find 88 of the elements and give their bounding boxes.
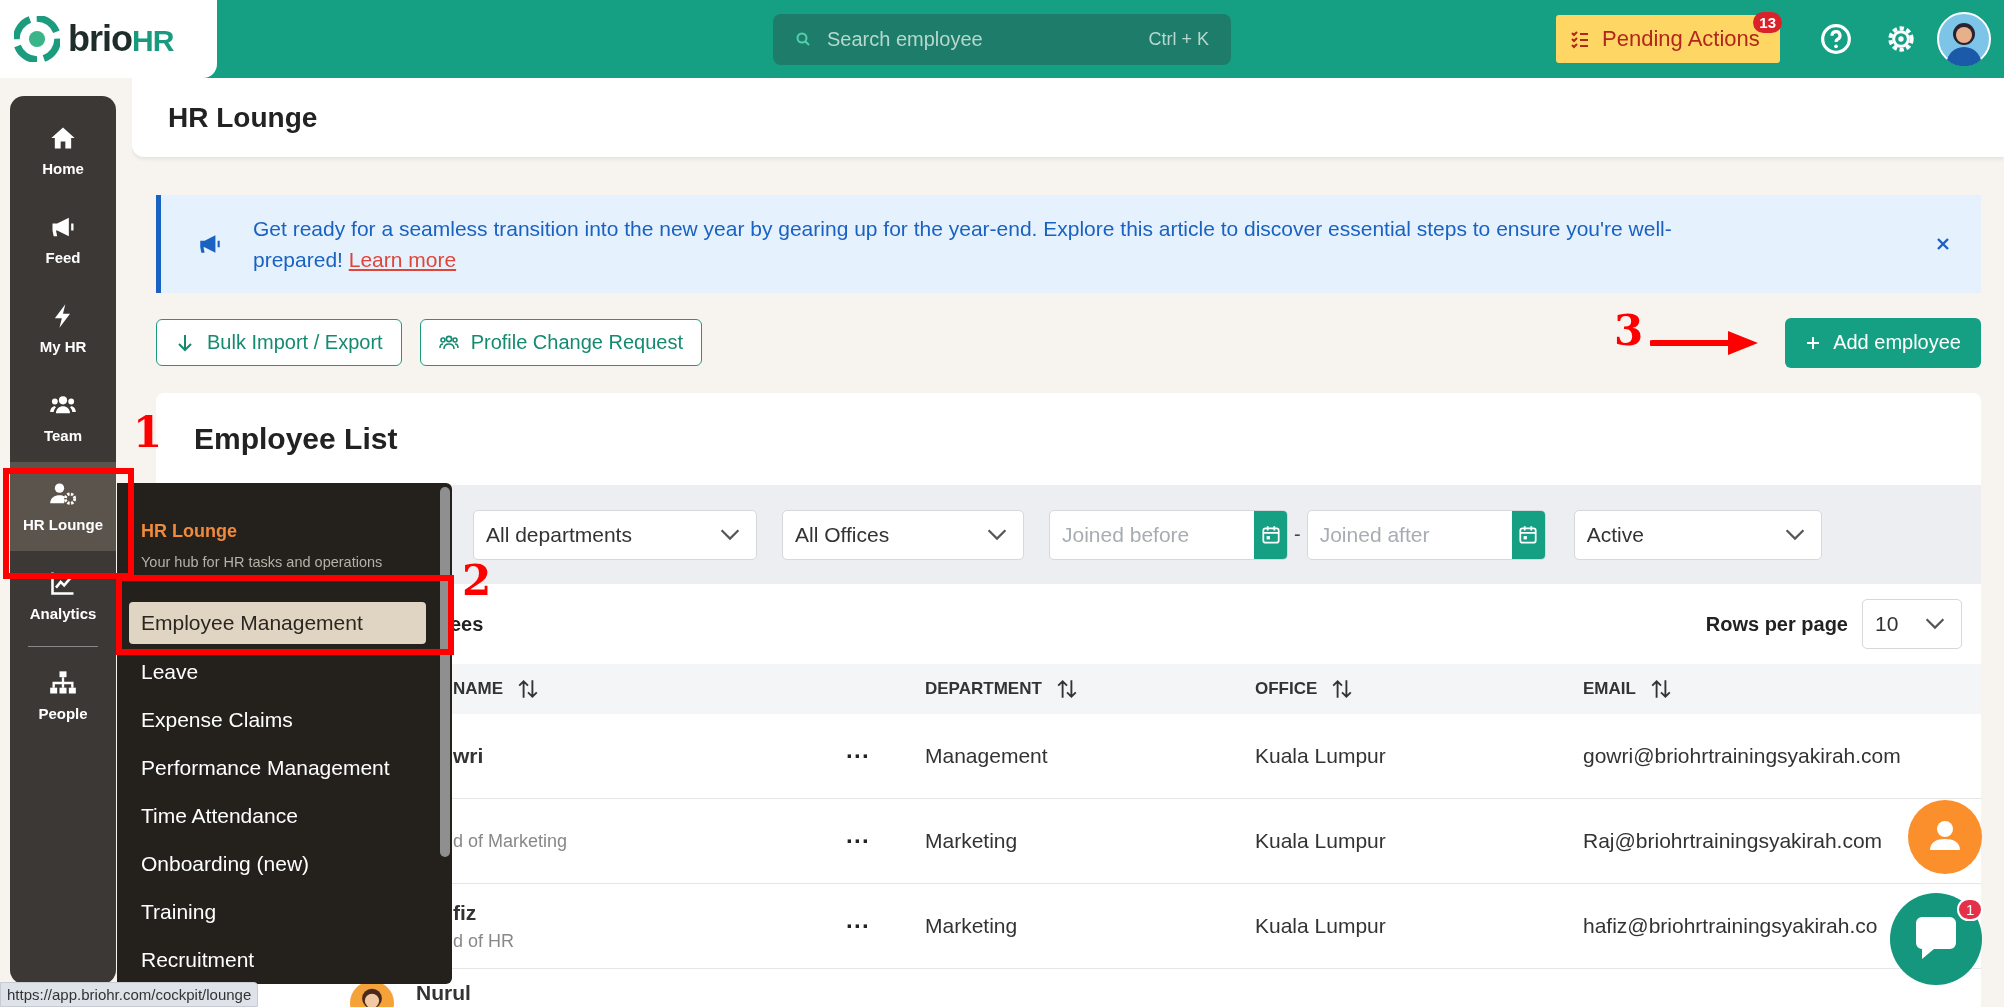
- sidebar-item[interactable]: Home: [10, 106, 116, 195]
- calendar-button[interactable]: [1511, 510, 1545, 559]
- more-options-button[interactable]: ···: [846, 742, 870, 770]
- calendar-icon: [1259, 523, 1282, 546]
- sidebar-item[interactable]: My HR: [10, 284, 116, 373]
- step-number: 2: [462, 560, 492, 602]
- chevron-down-icon: [987, 528, 1007, 541]
- submenu-subtitle: Your hub for HR tasks and operations: [141, 554, 384, 570]
- download-icon: [175, 332, 195, 353]
- user-avatar[interactable]: [1937, 12, 1991, 66]
- help-icon[interactable]: [1820, 23, 1852, 55]
- logo-text: brioHR: [68, 18, 174, 60]
- table-cell: hafiz@briohrtrainingsyakirah.co: [1583, 914, 1878, 938]
- step-number: 1: [133, 412, 163, 454]
- date-field[interactable]: Joined before: [1049, 509, 1288, 560]
- table-cell: Kuala Lumpur: [1255, 829, 1386, 853]
- date-input[interactable]: Joined after: [1307, 510, 1512, 559]
- close-icon[interactable]: [1935, 236, 1951, 252]
- range-separator: -: [1294, 523, 1301, 546]
- logo[interactable]: brioHR: [0, 0, 217, 78]
- dropdown[interactable]: All Offices: [782, 509, 1024, 560]
- table-cell: Raj@briohrtrainingsyakirah.com: [1583, 829, 1883, 853]
- sidebar-item[interactable]: Feed: [10, 195, 116, 284]
- plus-icon: [1805, 334, 1822, 351]
- submenu-item[interactable]: Expense Claims: [129, 706, 426, 734]
- date-field[interactable]: Joined after: [1306, 509, 1546, 560]
- link-preview: https://app.briohr.com/cockpit/lounge: [0, 982, 259, 1007]
- job-title: d of HR: [453, 930, 515, 952]
- dropdown[interactable]: All departments: [473, 509, 757, 560]
- submenu-item[interactable]: Time Attendance: [129, 802, 426, 830]
- sidebar-item[interactable]: People: [10, 651, 116, 740]
- submenu-item[interactable]: Employee Management: [129, 602, 426, 644]
- scrollbar[interactable]: [440, 487, 450, 857]
- chevron-down-icon: [1925, 618, 1945, 630]
- date-input[interactable]: Joined before: [1050, 510, 1254, 559]
- chevron-down-icon: [1784, 528, 1805, 541]
- chat-button[interactable]: [1890, 893, 1982, 985]
- column-header[interactable]: EMAIL: [1583, 679, 1636, 699]
- sidebar-item[interactable]: Analytics: [10, 551, 116, 640]
- submenu-item[interactable]: Recruitment: [129, 946, 426, 974]
- submenu-item[interactable]: Leave: [129, 658, 426, 686]
- outline-button[interactable]: Profile Change Request: [419, 319, 702, 366]
- search-field[interactable]: Search employee: [825, 26, 1135, 52]
- table-cell: Kuala Lumpur: [1255, 914, 1386, 938]
- calendar-icon: [1517, 523, 1540, 546]
- sort-icon[interactable]: [1649, 678, 1672, 700]
- employee-name[interactable]: wri: [453, 744, 484, 768]
- checklist-icon: [1570, 29, 1590, 49]
- page-title: HR Lounge: [168, 101, 318, 134]
- job-title: d of Marketing: [453, 830, 568, 852]
- card-title: Employee List: [193, 421, 399, 457]
- step-number: 3: [1614, 310, 1644, 352]
- table-cell: Marketing: [925, 914, 1018, 938]
- submenu-item[interactable]: Training: [129, 898, 426, 926]
- employee-name[interactable]: fiz: [453, 900, 515, 925]
- table-cell: Marketing: [925, 829, 1018, 853]
- table-cell: gowri@briohrtrainingsyakirah.com: [1583, 744, 1901, 768]
- sort-icon[interactable]: [517, 678, 540, 700]
- column-header[interactable]: DEPARTMENT: [925, 679, 1042, 699]
- sidebar-item[interactable]: Team: [10, 373, 116, 462]
- submenu-title: HR Lounge: [141, 521, 238, 542]
- more-options-button[interactable]: ···: [846, 827, 870, 855]
- rows-per-page-dropdown[interactable]: 10: [1862, 599, 1962, 649]
- count-badge: 13: [1753, 12, 1782, 33]
- settings-icon[interactable]: [1885, 23, 1917, 55]
- profile-button[interactable]: [1908, 800, 1982, 874]
- org-chart-icon: [49, 669, 77, 697]
- announcement-text: Get ready for a seamless transition into the new year by gearing up for the year-end. Explore this article to discover essential steps to ensure you're well-prepared! Learn more: [253, 215, 1673, 273]
- column-header[interactable]: NAME: [453, 679, 504, 699]
- column-header[interactable]: OFFICE: [1255, 679, 1318, 699]
- search-icon: [795, 31, 811, 47]
- logo-icon: [14, 16, 60, 62]
- employee-name[interactable]: Nurul: [416, 981, 471, 1005]
- rows-per-page-label: Rows per page: [1705, 612, 1848, 636]
- chevron-down-icon: [720, 528, 740, 541]
- sidebar-item[interactable]: HR Lounge: [10, 462, 116, 551]
- more-options-button[interactable]: ···: [846, 912, 870, 940]
- calendar-button[interactable]: [1254, 510, 1287, 559]
- submenu-item[interactable]: Onboarding (new): [129, 850, 426, 878]
- dropdown[interactable]: Active: [1573, 509, 1822, 560]
- table-cell: Management: [925, 744, 1048, 768]
- sort-icon[interactable]: [1055, 678, 1078, 700]
- submenu-item[interactable]: Performance Management: [129, 754, 426, 782]
- learn-more-link[interactable]: Learn more: [348, 248, 457, 271]
- shortcut-hint: Ctrl + K: [1148, 28, 1209, 50]
- sort-icon[interactable]: [1331, 678, 1354, 700]
- outline-button[interactable]: Bulk Import / Export: [156, 319, 402, 366]
- table-cell: Kuala Lumpur: [1255, 744, 1386, 768]
